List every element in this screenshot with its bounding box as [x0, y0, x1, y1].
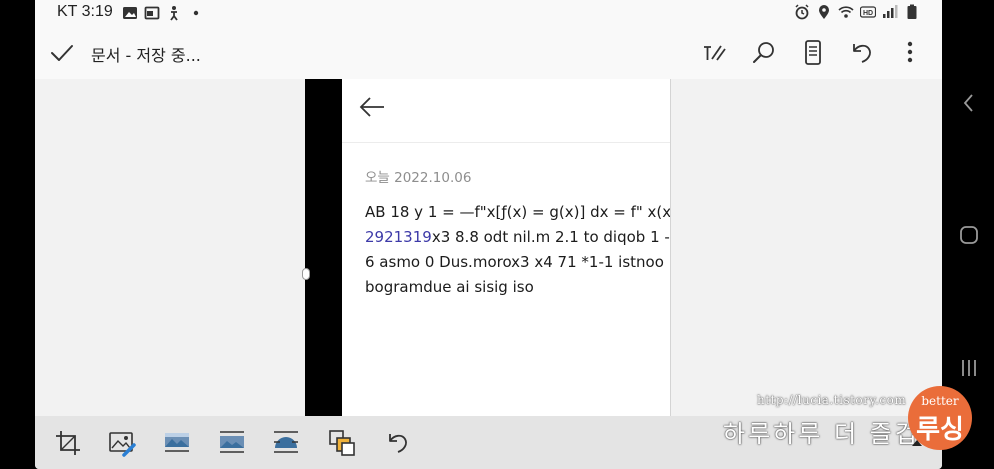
- gallery-icon: [123, 7, 137, 19]
- app-bar: 문서 - 저장 중...: [35, 26, 942, 79]
- signal-icon: [883, 5, 898, 18]
- body-line: 2921319x3 8.8 odt nil.m 2.1 to diqob 1 -: [365, 228, 670, 246]
- battery-icon: [907, 4, 917, 19]
- svg-text:HD: HD: [863, 10, 873, 17]
- home-nav-icon[interactable]: [957, 223, 981, 247]
- calendar-icon: [144, 6, 160, 20]
- scroll-up-indicator: [912, 440, 922, 446]
- image-black-strip: [305, 79, 342, 416]
- hd-icon: HD: [860, 6, 876, 18]
- status-right-icons: HD: [794, 4, 920, 20]
- dot-icon: [193, 10, 199, 16]
- location-icon: [819, 5, 829, 19]
- alarm-icon: [795, 4, 809, 20]
- logo-small-text: better: [921, 394, 959, 408]
- status-bar: KT 3:19 HD: [35, 0, 942, 26]
- pen-mode-icon[interactable]: [699, 38, 729, 68]
- back-arrow-icon: [359, 97, 384, 117]
- image-top-icon[interactable]: [162, 428, 192, 458]
- body-line: AB 18 y 1 = —f"x[ƒ(x) = g(x)] dx = f" x(…: [365, 203, 670, 221]
- search-icon[interactable]: [749, 38, 779, 68]
- wifi-icon: [838, 6, 854, 18]
- resize-handle[interactable]: [302, 268, 310, 280]
- header-divider: [342, 142, 670, 143]
- carrier-label: KT: [57, 3, 78, 20]
- body-line: bogramdue ai sisig iso: [365, 278, 534, 296]
- reading-mode-icon[interactable]: [798, 38, 828, 68]
- accessibility-icon: [170, 6, 178, 21]
- document-body: AB 18 y 1 = —f"x[ƒ(x) = g(x)] dx = f" x(…: [365, 200, 670, 300]
- image-text-wrap-icon[interactable]: [271, 428, 301, 458]
- image-edit-icon[interactable]: [107, 428, 137, 458]
- date-label: 오늘 2022.10.06: [365, 170, 472, 186]
- back-nav-icon[interactable]: [957, 91, 981, 115]
- document-title: 문서 - 저장 중...: [91, 46, 201, 65]
- undo-icon[interactable]: [847, 38, 877, 68]
- check-icon[interactable]: [49, 40, 75, 66]
- phone-link[interactable]: 2921319: [365, 228, 432, 246]
- clock-label: 3:19: [81, 3, 113, 20]
- recents-nav-icon[interactable]: [957, 356, 981, 380]
- status-left-icons: [122, 5, 204, 21]
- toolbar-undo-icon[interactable]: [383, 428, 413, 458]
- watermark-url: http://lucia.tistory.com: [757, 393, 907, 407]
- page-edge: [670, 79, 671, 416]
- crop-icon[interactable]: [53, 428, 83, 458]
- more-icon[interactable]: [895, 38, 925, 68]
- arrange-icon[interactable]: [327, 428, 357, 458]
- status-carrier-time: KT 3:19: [57, 3, 113, 21]
- image-middle-icon[interactable]: [217, 428, 247, 458]
- document-canvas[interactable]: 오늘 2022.10.06 AB 18 y 1 = —f"x[ƒ(x) = g(…: [35, 79, 942, 416]
- inserted-screenshot[interactable]: 오늘 2022.10.06 AB 18 y 1 = —f"x[ƒ(x) = g(…: [342, 79, 670, 416]
- body-line: 6 asmo 0 Dus.morox3 x4 71 *1-1 istnoo: [365, 253, 664, 271]
